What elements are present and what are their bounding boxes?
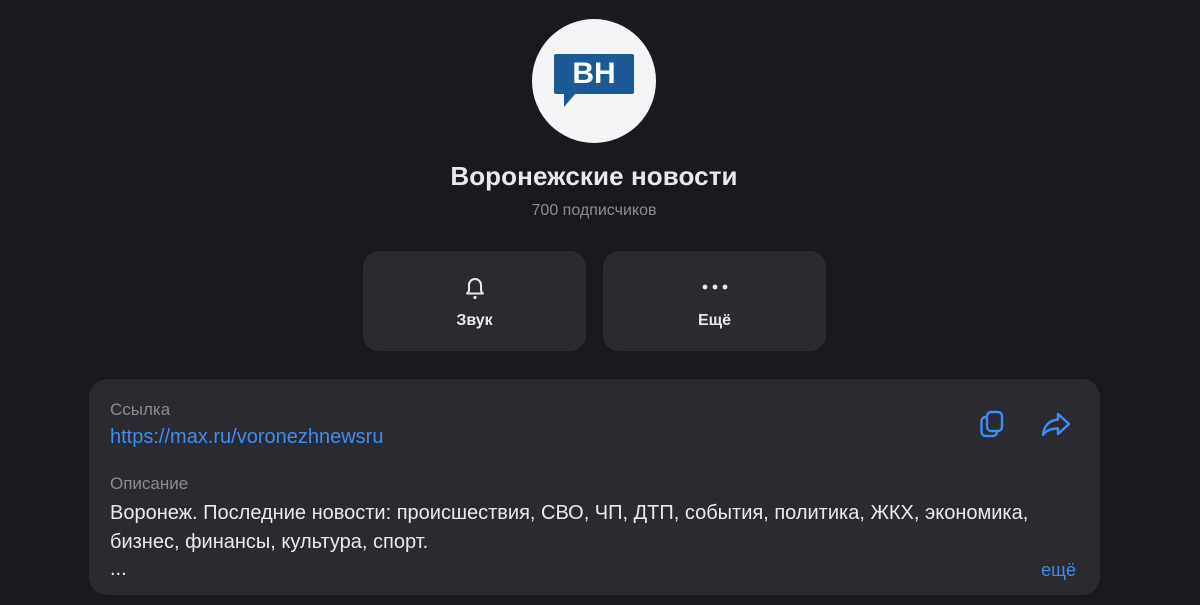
sound-button[interactable]: Звук — [363, 251, 586, 351]
sound-button-label: Звук — [456, 312, 493, 329]
channel-avatar: ВН — [532, 19, 656, 143]
more-button-label: Ещё — [697, 312, 732, 329]
more-dots-icon — [700, 273, 730, 301]
link-label: Ссылка — [110, 400, 171, 419]
description-ellipsis: ... — [110, 558, 127, 580]
logo-text: ВН — [572, 57, 615, 90]
expand-description-link[interactable]: ещё — [1041, 560, 1076, 581]
share-icon[interactable] — [1039, 407, 1073, 441]
copy-icon[interactable] — [975, 407, 1009, 441]
bell-icon — [461, 273, 489, 301]
description-text: Воронеж. Последние новости: происшествия… — [110, 502, 1029, 553]
more-button[interactable]: Ещё — [603, 251, 826, 351]
description-label: Описание — [110, 474, 189, 493]
subscriber-count: 700 подписчиков — [531, 202, 657, 219]
channel-link[interactable]: https://max.ru/voronezhnewsru — [110, 426, 383, 449]
channel-profile-page: ВН Воронежские новости 700 подписчиков З… — [0, 0, 1200, 605]
channel-info-card: Ссылка https://max.ru/voronezhnewsru Опи… — [89, 379, 1100, 595]
logo-icon: ВН — [554, 54, 634, 107]
channel-title: Воронежские новости — [450, 161, 738, 191]
